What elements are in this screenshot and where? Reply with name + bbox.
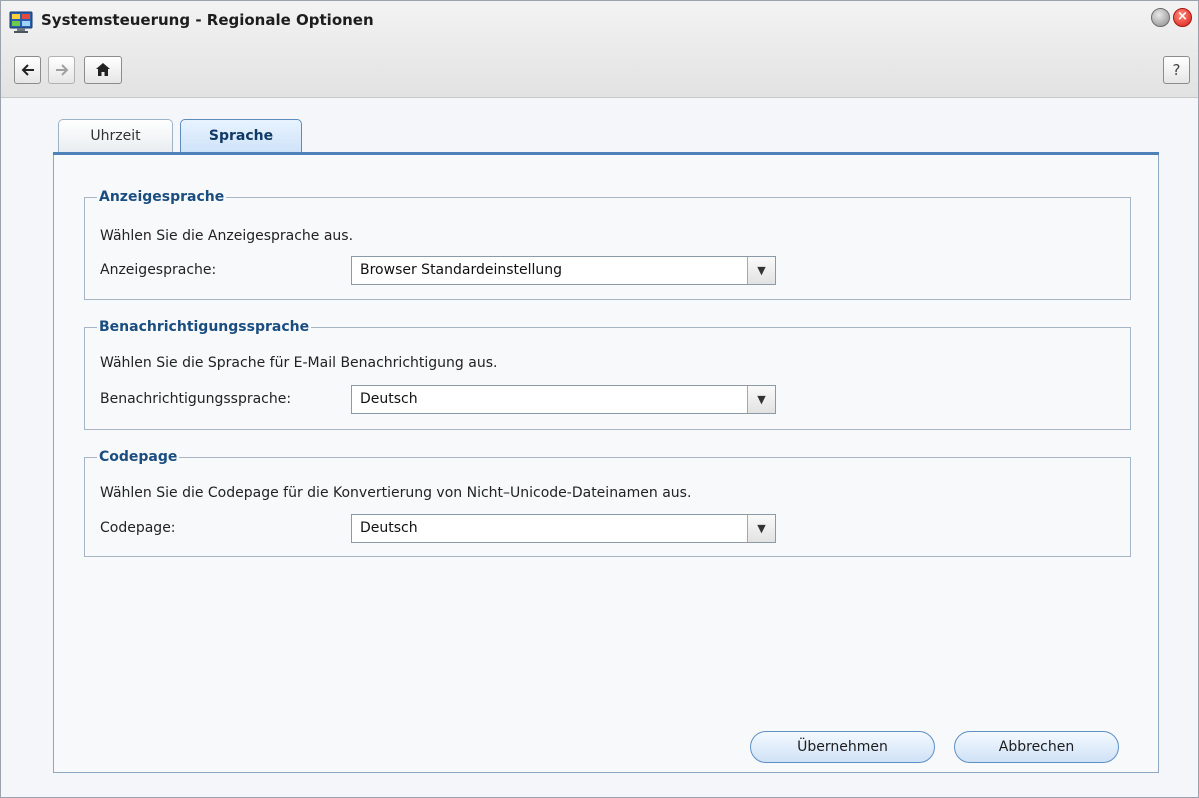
help-button[interactable]: ?: [1163, 56, 1190, 84]
chevron-down-icon[interactable]: ▼: [747, 515, 775, 542]
group-description: Wählen Sie die Sprache für E-Mail Benach…: [100, 355, 498, 371]
group-legend: Codepage: [99, 449, 178, 465]
codepage-select[interactable]: Deutsch ▼: [351, 514, 776, 543]
cancel-button[interactable]: Abbrechen: [954, 731, 1119, 763]
chevron-down-icon[interactable]: ▼: [747, 386, 775, 413]
minimize-button[interactable]: [1151, 8, 1170, 27]
group-description: Wählen Sie die Anzeigesprache aus.: [100, 228, 354, 244]
control-panel-icon: [9, 10, 35, 34]
select-value: Deutsch: [360, 520, 418, 536]
group-legend: Benachrichtigungssprache: [99, 319, 310, 335]
arrow-right-icon: [55, 62, 69, 81]
group-description: Wählen Sie die Codepage für die Konverti…: [100, 485, 692, 501]
home-button[interactable]: [84, 56, 122, 84]
back-button[interactable]: [14, 56, 41, 84]
close-icon: ×: [1177, 9, 1188, 24]
display-language-select[interactable]: Browser Standardeinstellung ▼: [351, 256, 776, 285]
select-value: Browser Standardeinstellung: [360, 262, 563, 278]
title-bar: Systemsteuerung - Regionale Optionen × ?: [1, 1, 1198, 98]
apply-button[interactable]: Übernehmen: [750, 731, 935, 763]
field-label: Benachrichtigungssprache:: [100, 391, 292, 407]
tab-sprache[interactable]: Sprache: [180, 119, 302, 152]
chevron-down-icon[interactable]: ▼: [747, 257, 775, 284]
forward-button[interactable]: [48, 56, 75, 84]
close-button[interactable]: ×: [1173, 8, 1192, 27]
select-value: Deutsch: [360, 391, 418, 407]
tab-uhrzeit[interactable]: Uhrzeit: [58, 119, 173, 152]
home-icon: [95, 62, 111, 81]
notification-language-select[interactable]: Deutsch ▼: [351, 385, 776, 414]
field-label: Anzeigesprache:: [100, 262, 217, 278]
window-title: Systemsteuerung - Regionale Optionen: [41, 11, 374, 29]
app-window: Systemsteuerung - Regionale Optionen × ?…: [0, 0, 1199, 798]
group-legend: Anzeigesprache: [99, 189, 225, 205]
field-label: Codepage:: [100, 520, 176, 536]
arrow-left-icon: [21, 62, 35, 81]
